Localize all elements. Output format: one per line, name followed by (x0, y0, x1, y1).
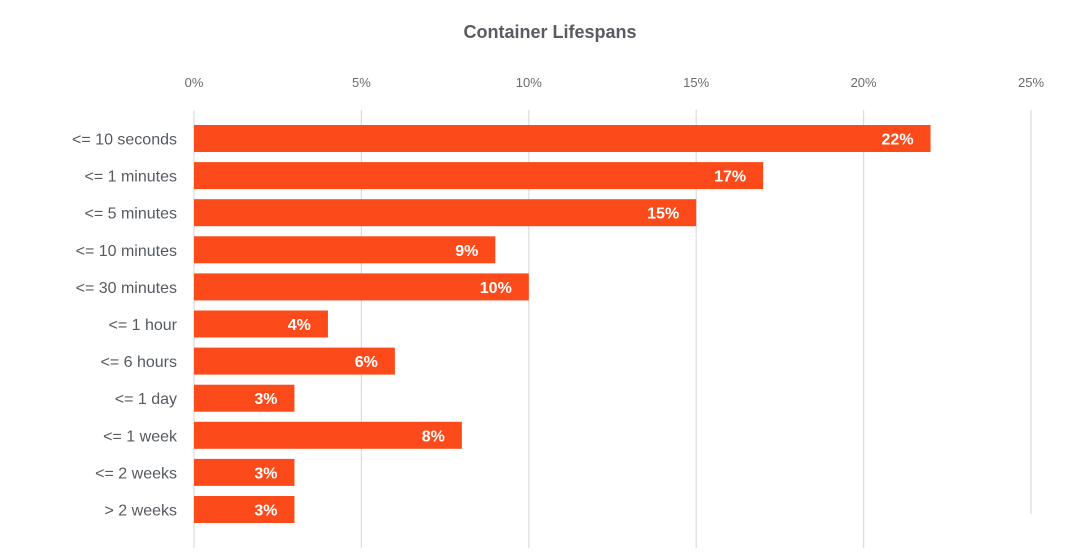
x-tick-label: 10% (516, 75, 542, 90)
category-label: > 2 weeks (105, 503, 177, 520)
data-label: 6% (355, 354, 378, 371)
data-label: 15% (647, 206, 679, 223)
category-label: <= 1 week (103, 428, 178, 445)
x-tick-label: 0% (185, 75, 204, 90)
data-label: 9% (455, 243, 478, 260)
data-label: 22% (882, 132, 914, 149)
category-label: <= 30 minutes (76, 280, 177, 297)
bar-chart: 0% 5% 10% 15% 20% 25% <= 10 seconds <= 1 minut… (72, 75, 1045, 548)
bar (194, 458, 295, 486)
category-label: <= 1 day (115, 391, 177, 408)
category-label: <= 1 hour (109, 317, 178, 334)
data-label: 3% (254, 391, 277, 408)
data-label: 8% (422, 428, 445, 445)
bar (194, 125, 931, 152)
category-label: <= 10 minutes (76, 243, 177, 260)
category-label: <= 1 minutes (85, 169, 178, 186)
category-labels: <= 10 seconds <= 1 minutes <= 5 minutes <= … (72, 132, 178, 520)
category-label: <= 10 seconds (72, 132, 177, 149)
data-label: 3% (254, 465, 277, 482)
x-tick-label: 15% (683, 75, 709, 90)
data-label: 4% (288, 317, 311, 334)
category-label: <= 6 hours (101, 354, 178, 371)
bar (194, 273, 529, 301)
category-label: <= 5 minutes (85, 206, 178, 223)
bar (194, 199, 697, 227)
bar (194, 162, 764, 190)
x-axis-ticks: 0% 5% 10% 15% 20% 25% (185, 75, 1045, 90)
data-label: 10% (480, 280, 512, 297)
x-tick-label: 20% (851, 75, 877, 90)
x-tick-label: 5% (352, 75, 371, 90)
x-tick-label: 25% (1018, 75, 1044, 90)
bar (194, 384, 295, 412)
data-label: 3% (254, 503, 277, 520)
data-labels: 22% 17% 15% 9% 10% 4% 6% 3% 8% 3% 3% (254, 132, 913, 520)
bar (194, 496, 295, 523)
bar (194, 236, 496, 264)
category-label: <= 2 weeks (95, 465, 177, 482)
data-label: 17% (714, 169, 746, 186)
